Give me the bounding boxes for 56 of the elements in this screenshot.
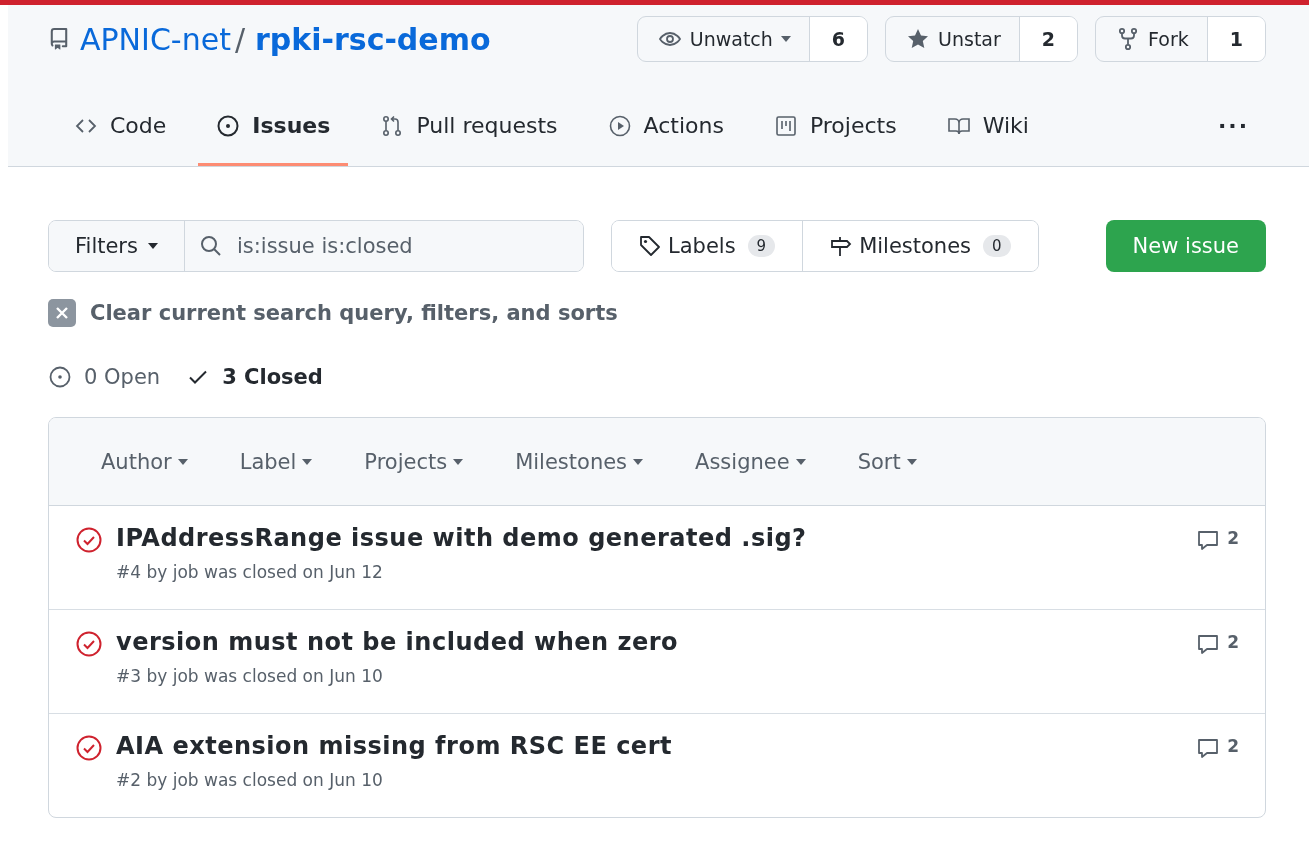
caret-icon	[177, 458, 188, 465]
nav-tab[interactable]: Projects	[755, 88, 915, 166]
nav-tab[interactable]: Actions	[589, 88, 742, 166]
nav-tab[interactable]: Wiki	[928, 88, 1047, 166]
fork-button[interactable]: Fork	[1096, 17, 1208, 61]
issue-title-link[interactable]: IPAddressRange issue with demo generated .sig?	[116, 524, 1197, 552]
filter-dropdown[interactable]: Label	[239, 449, 313, 474]
star-icon	[906, 27, 931, 51]
milestones-button[interactable]: Milestones 0	[802, 221, 1038, 271]
count-badge: 9	[747, 235, 776, 257]
repo-icon	[48, 27, 70, 51]
close-icon	[48, 299, 76, 327]
nav-tab[interactable]: Code	[56, 88, 185, 166]
closed-issues-tab[interactable]: 3 Closed	[186, 365, 323, 389]
board-icon	[773, 113, 798, 138]
comment-icon	[1196, 632, 1221, 656]
issue-icon	[216, 113, 241, 138]
caret-icon	[453, 458, 464, 465]
nav-tab[interactable]: Issues	[198, 88, 349, 166]
comment-count-link[interactable]: 2	[1196, 632, 1239, 713]
caret-icon	[633, 458, 644, 465]
fork-count[interactable]: 1	[1207, 17, 1265, 61]
owner-link[interactable]: APNIC-net	[80, 21, 231, 57]
nav-tab[interactable]: Pull requests	[362, 88, 576, 166]
star-count[interactable]: 2	[1019, 17, 1078, 61]
issue-meta: #2 by job was closed on Jun 10	[116, 770, 384, 790]
issue-title-link[interactable]: version must not be included when zero	[116, 628, 1197, 656]
watch-count[interactable]: 6	[809, 17, 868, 61]
open-issue-icon	[48, 365, 72, 389]
open-issues-tab[interactable]: 0 Open	[48, 365, 161, 389]
play-icon	[607, 113, 632, 138]
comment-count-link[interactable]: 2	[1196, 528, 1239, 609]
comment-icon	[1196, 528, 1221, 552]
clear-filters-link[interactable]: Clear current search query, filters, and sorts	[48, 299, 618, 327]
repo-name-link[interactable]: rpki-rsc-demo	[255, 21, 491, 57]
count-badge: 0	[983, 235, 1011, 257]
filter-dropdown[interactable]: Projects	[364, 449, 464, 474]
watch-button[interactable]: Unwatch	[637, 17, 810, 61]
issue-title-link[interactable]: AIA extension missing from RSC EE cert	[116, 732, 1197, 760]
path-separator: /	[234, 21, 246, 57]
issue-meta: #4 by job was closed on Jun 12	[116, 562, 384, 582]
caret-icon	[780, 36, 791, 42]
caret-icon	[795, 458, 806, 465]
caret-icon	[906, 458, 917, 465]
more-tab[interactable]: ···	[1199, 88, 1267, 166]
comment-icon	[1196, 736, 1221, 760]
star-button[interactable]: Unstar	[886, 17, 1020, 61]
filter-dropdown[interactable]: Assignee	[695, 449, 806, 474]
tag-icon	[638, 234, 662, 258]
issue-meta: #3 by job was closed on Jun 10	[116, 666, 384, 686]
comment-count-link[interactable]: 2	[1196, 736, 1239, 817]
filter-dropdown[interactable]: Milestones	[515, 449, 644, 474]
filter-dropdown[interactable]: Sort	[857, 449, 917, 474]
caret-icon	[302, 458, 313, 465]
filter-dropdown[interactable]: Author	[101, 449, 188, 474]
signpost-icon	[829, 234, 854, 258]
